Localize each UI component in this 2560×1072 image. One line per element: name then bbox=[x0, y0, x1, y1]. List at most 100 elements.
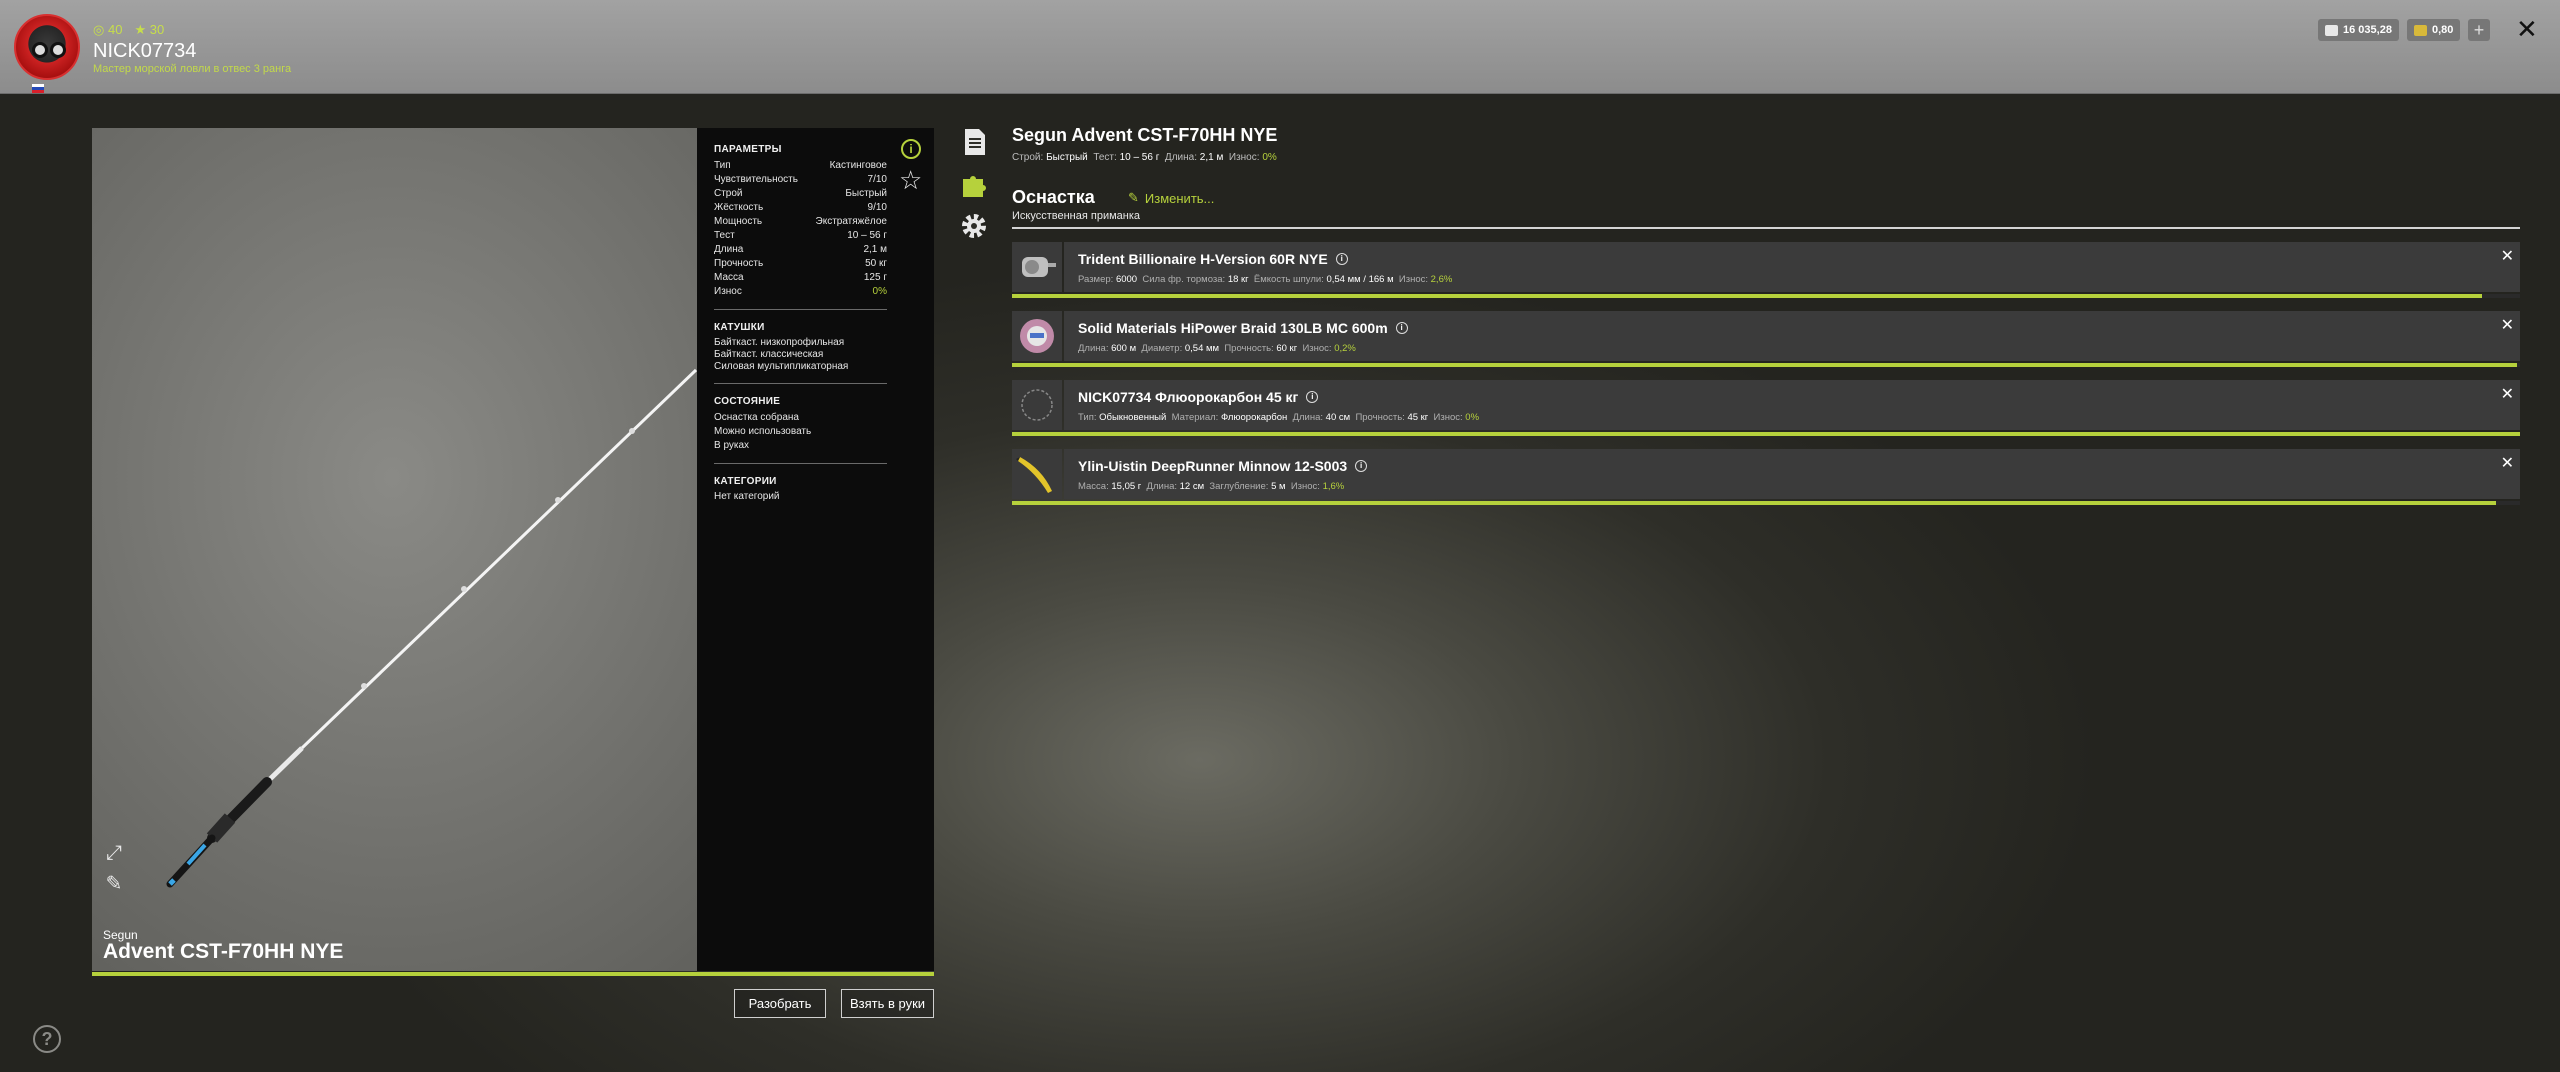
spec-value: Быстрый bbox=[1046, 152, 1088, 163]
tackle-specs: Размер: 6000 Сила фр. тормоза: 18 кг Ёмк… bbox=[1078, 274, 1452, 285]
remove-icon[interactable]: ✕ bbox=[2501, 384, 2514, 404]
spec-label: Износ: bbox=[1228, 152, 1260, 163]
param-row: Мощность Экстратяжёлое bbox=[714, 215, 887, 229]
info-icon[interactable]: i bbox=[1395, 322, 1408, 334]
divider bbox=[714, 463, 887, 464]
spec-value: 15,05 г bbox=[1111, 481, 1142, 492]
tackle-specs: Длина: 600 м Диаметр: 0,54 мм Прочность:… bbox=[1078, 343, 1356, 354]
gear-icon[interactable] bbox=[960, 212, 988, 240]
tackle-item-reel[interactable]: Trident Billionaire H-Version 60R NYE i Р… bbox=[1012, 242, 2520, 298]
lure-icon bbox=[1016, 457, 1052, 493]
reels-list: Байткаст. низкопрофильная Байткаст. клас… bbox=[714, 337, 934, 373]
condition-fill bbox=[1012, 363, 2517, 367]
param-value: 9/10 bbox=[867, 202, 887, 213]
spec-label: Длина: bbox=[1146, 481, 1177, 492]
remove-icon[interactable]: ✕ bbox=[2501, 453, 2514, 473]
spec-label: Размер: bbox=[1078, 274, 1114, 285]
reel-thumbnail bbox=[1012, 242, 1062, 292]
puzzle-icon[interactable] bbox=[960, 170, 988, 198]
spec-label: Заглубление: bbox=[1209, 481, 1269, 492]
stars-stat: ★ 30 bbox=[134, 22, 165, 37]
rod-blank-tip bbox=[300, 368, 697, 750]
help-icon[interactable]: ? bbox=[33, 1025, 61, 1053]
spec-label: Прочность: bbox=[1224, 343, 1274, 354]
param-label: Длина bbox=[714, 244, 744, 255]
param-label: Чувствительность bbox=[714, 174, 798, 185]
info-icon[interactable]: i bbox=[1335, 253, 1348, 265]
star-icon[interactable]: ☆ bbox=[899, 167, 922, 193]
param-label: Жёсткость bbox=[714, 202, 764, 213]
document-icon[interactable] bbox=[960, 128, 988, 156]
disassemble-button[interactable]: Разобрать bbox=[734, 989, 826, 1018]
info-icon[interactable]: i bbox=[901, 139, 921, 159]
spec-label: Длина: bbox=[1164, 152, 1197, 163]
param-value: 2,1 м bbox=[863, 244, 887, 255]
param-row: Длина 2,1 м bbox=[714, 243, 887, 257]
spec-label: Износ: bbox=[1398, 274, 1428, 285]
divider bbox=[714, 309, 887, 310]
rod-guide bbox=[629, 428, 635, 434]
spec-value: 18 кг bbox=[1227, 274, 1249, 285]
param-value: 50 кг bbox=[865, 258, 887, 269]
tackle-name-text: NICK07734 Флюорокарбон 45 кг bbox=[1078, 389, 1299, 405]
spec-value: 40 см bbox=[1325, 412, 1351, 423]
take-in-hands-button[interactable]: Взять в руки bbox=[841, 989, 934, 1018]
reel-type: Байткаст. классическая bbox=[714, 349, 824, 360]
player-stats: ◎ 40 ★ 30 bbox=[93, 22, 164, 38]
condition-fill bbox=[1012, 501, 2496, 505]
spec-label: Материал: bbox=[1171, 412, 1219, 423]
remove-icon[interactable]: ✕ bbox=[2501, 246, 2514, 266]
tackle-item-leader[interactable]: NICK07734 Флюорокарбон 45 кг i Тип: Обыкн… bbox=[1012, 380, 2520, 436]
spec-value: 0,54 мм bbox=[1184, 343, 1220, 354]
username: NICK07734 bbox=[93, 40, 197, 62]
tackle-item-lure[interactable]: Ylin-Uistin DeepRunner Minnow 12-S003 i М… bbox=[1012, 449, 2520, 505]
spec-value: 45 кг bbox=[1407, 412, 1429, 423]
state-item: В руках bbox=[714, 440, 750, 451]
avatar[interactable] bbox=[14, 14, 80, 93]
remove-icon[interactable]: ✕ bbox=[2501, 315, 2514, 335]
avatar-eye-left bbox=[32, 42, 48, 58]
spec-value: 2,1 м bbox=[1199, 152, 1224, 163]
line-spool-icon bbox=[1020, 319, 1054, 353]
param-row: Чувствительность 7/10 bbox=[714, 173, 887, 187]
param-label: Прочность bbox=[714, 258, 764, 269]
rod-preview[interactable]: ⤢ ✎ Segun Advent CST-F70HH NYE bbox=[92, 128, 697, 971]
condition-fill bbox=[1012, 294, 2483, 298]
add-currency-button[interactable]: + bbox=[2468, 19, 2490, 41]
tackle-name: Ylin-Uistin DeepRunner Minnow 12-S003 i bbox=[1078, 458, 1368, 474]
info-icon[interactable]: i bbox=[1306, 391, 1319, 403]
rod-model: Advent CST-F70HH NYE bbox=[103, 940, 344, 963]
avatar-eye-right bbox=[50, 42, 66, 58]
spec-label: Износ: bbox=[1433, 412, 1463, 423]
spec-label: Длина: bbox=[1292, 412, 1324, 423]
leader-thumbnail bbox=[1012, 380, 1062, 430]
expand-icon[interactable]: ⤢ bbox=[103, 842, 125, 864]
gold-coin-icon bbox=[2414, 24, 2427, 36]
spec-value: 6000 bbox=[1115, 274, 1138, 285]
rod-guide bbox=[555, 497, 561, 503]
line-thumbnail bbox=[1012, 311, 1062, 361]
divider bbox=[714, 383, 887, 384]
tackle-item-line[interactable]: Solid Materials HiPower Braid 130LB MC 6… bbox=[1012, 311, 2520, 367]
param-value: 7/10 bbox=[867, 174, 887, 185]
rod-guide bbox=[361, 683, 367, 689]
tackle-heading: Оснастка bbox=[1012, 187, 1095, 207]
info-icon[interactable]: i bbox=[1355, 460, 1368, 472]
gold-balance[interactable]: 0,80 bbox=[2407, 19, 2461, 41]
spec-value: 600 м bbox=[1111, 343, 1137, 354]
close-icon[interactable]: ✕ bbox=[2516, 14, 2538, 45]
spec-value: 0% bbox=[1465, 412, 1480, 423]
spec-label: Ёмкость шпули: bbox=[1253, 274, 1324, 285]
spec-value: 0,2% bbox=[1334, 343, 1356, 354]
silver-balance[interactable]: 16 035,28 bbox=[2318, 19, 2399, 41]
edit-icon[interactable]: ✎ bbox=[103, 873, 125, 895]
spec-value: Обыкновенный bbox=[1099, 412, 1167, 423]
spec-label: Тип: bbox=[1078, 412, 1097, 423]
change-tackle-link[interactable]: ✎ Изменить... bbox=[1128, 190, 1214, 206]
edit-icon: ✎ bbox=[1128, 190, 1139, 205]
param-row: Тип Кастинговое bbox=[714, 159, 887, 173]
tackle-name: Solid Materials HiPower Braid 130LB MC 6… bbox=[1078, 320, 1408, 336]
condition-track bbox=[1012, 294, 2520, 298]
param-label: Тест bbox=[714, 230, 735, 241]
country-flag-icon bbox=[32, 84, 44, 93]
